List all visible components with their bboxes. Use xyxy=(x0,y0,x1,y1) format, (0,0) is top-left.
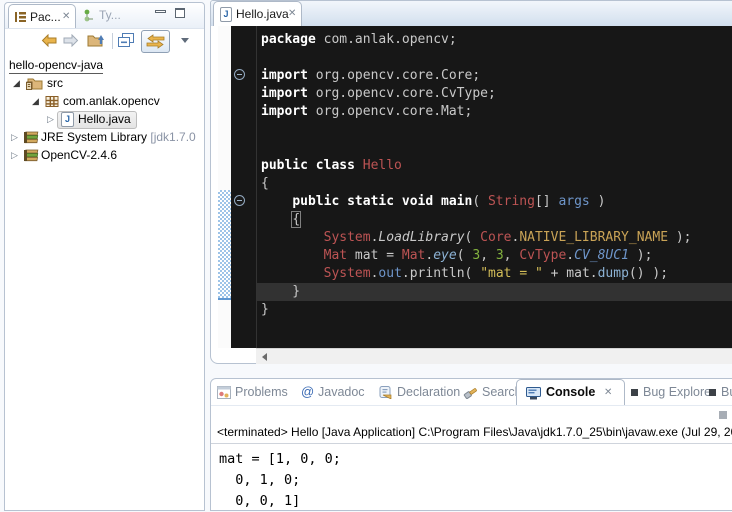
back-arrow-icon[interactable] xyxy=(41,34,57,47)
console-panel: Problems @ Javadoc Declaration Search Co… xyxy=(210,378,732,511)
forward-arrow-icon[interactable] xyxy=(63,34,79,47)
console-tab-label: Javadoc xyxy=(318,385,365,399)
code-line[interactable]: } xyxy=(261,301,692,319)
collapsed-arrow-icon[interactable]: ▷ xyxy=(11,147,18,164)
java-file-icon: J xyxy=(61,112,74,127)
source-folder-icon xyxy=(26,77,43,90)
tab-search[interactable]: Search xyxy=(463,379,522,405)
console-icon xyxy=(526,387,541,400)
code-line[interactable]: Mat mat = Mat.eye( 3, 3, CvType.CV_8UC1 … xyxy=(261,247,692,265)
tab-problems[interactable]: Problems xyxy=(217,379,288,405)
minimize-icon[interactable] xyxy=(155,10,166,13)
horizontal-scrollbar[interactable] xyxy=(256,348,732,364)
go-into-folder-icon[interactable] xyxy=(87,32,105,48)
collapse-all-icon[interactable] xyxy=(118,33,134,48)
package-explorer-icon xyxy=(14,11,27,23)
close-icon[interactable]: ✕ xyxy=(62,11,70,22)
close-icon[interactable]: ✕ xyxy=(604,387,612,398)
code-line[interactable]: package com.anlak.opencv; xyxy=(261,31,692,49)
fold-collapse-icon[interactable] xyxy=(234,195,245,206)
method-range-indicator xyxy=(218,190,231,300)
tab-label: Pac... xyxy=(30,10,61,24)
tab-package-explorer[interactable]: Pac... ✕ xyxy=(8,4,76,28)
tab-bug[interactable]: Bug xyxy=(709,379,732,405)
bug-explorer-icon xyxy=(631,389,638,396)
sidebar-toolbar xyxy=(5,29,204,53)
toolbar-separator xyxy=(112,33,113,49)
code-line[interactable]: System.out.println( "mat = " + mat.dump(… xyxy=(261,265,692,283)
problems-icon xyxy=(217,386,231,399)
tab-console[interactable]: Console ✕ xyxy=(516,379,625,405)
code-line[interactable]: import org.opencv.core.CvType; xyxy=(261,85,692,103)
javadoc-at-icon: @ xyxy=(301,379,314,405)
library-icon xyxy=(22,149,40,162)
scroll-left-icon[interactable] xyxy=(262,353,267,361)
code-line[interactable]: import org.opencv.core.Core; xyxy=(261,67,692,85)
declaration-icon xyxy=(379,386,393,399)
terminate-icon[interactable] xyxy=(719,411,727,419)
console-tabbar: Problems @ Javadoc Declaration Search Co… xyxy=(211,379,732,406)
code-line[interactable]: System.LoadLibrary( Core.NATIVE_LIBRARY_… xyxy=(261,229,692,247)
java-file-icon: J xyxy=(220,7,232,22)
tab-bug-explorer[interactable]: Bug Explorer xyxy=(631,379,715,405)
tree-item-label: com.anlak.opencv xyxy=(63,93,160,110)
code-line[interactable]: { xyxy=(261,175,692,193)
tab-hello-java[interactable]: J Hello.java ✕ xyxy=(213,1,302,26)
expanded-arrow-icon[interactable]: ◢ xyxy=(13,75,20,92)
console-tab-label: Bug Explorer xyxy=(643,385,715,399)
library-icon xyxy=(22,131,40,144)
code-line[interactable]: import org.opencv.core.Mat; xyxy=(261,103,692,121)
search-icon xyxy=(463,386,478,399)
code-line[interactable]: public static void main( String[] args ) xyxy=(261,193,692,211)
tab-label: Ty... xyxy=(99,8,121,22)
code-line[interactable] xyxy=(261,139,692,157)
console-output-line: mat = [1, 0, 0; xyxy=(219,449,341,470)
console-tab-label: Console xyxy=(546,385,595,399)
code-lines: package com.anlak.opencv; import org.ope… xyxy=(261,31,692,319)
console-output-line: 0, 0, 1] xyxy=(219,491,341,512)
package-explorer-panel: Pac... ✕ Ty... hello xyxy=(4,2,205,511)
tree-item-label: OpenCV-2.4.6 xyxy=(41,147,117,164)
code-line[interactable]: public class Hello xyxy=(261,157,692,175)
tab-declaration[interactable]: Declaration xyxy=(379,379,460,405)
collapsed-arrow-icon[interactable]: ▷ xyxy=(47,111,54,128)
editor-panel: J Hello.java ✕ package com.anlak.opencv;… xyxy=(210,0,732,364)
tree-item-label: src xyxy=(47,75,63,92)
tree-item-label: Hello.java xyxy=(78,111,131,128)
console-tab-label: Bug xyxy=(721,385,732,399)
tree-item-project[interactable]: hello-opencv-java xyxy=(9,57,103,74)
code-area[interactable]: package com.anlak.opencv; import org.ope… xyxy=(231,26,732,348)
console-output-line: 0, 1, 0; xyxy=(219,470,341,491)
console-tab-label: Declaration xyxy=(397,385,460,399)
type-hierarchy-icon xyxy=(83,9,95,22)
code-line[interactable]: { xyxy=(261,211,692,229)
tab-javadoc[interactable]: @ Javadoc xyxy=(301,379,365,405)
code-line[interactable]: } xyxy=(261,283,692,301)
code-line[interactable] xyxy=(261,121,692,139)
sidebar-tabbar: Pac... ✕ Ty... xyxy=(5,3,204,29)
project-label: hello-opencv-java xyxy=(9,58,103,74)
link-with-editor-icon[interactable] xyxy=(141,30,170,53)
expanded-arrow-icon[interactable]: ◢ xyxy=(32,93,39,110)
fold-collapse-icon[interactable] xyxy=(234,69,245,80)
view-menu-icon[interactable] xyxy=(181,38,189,43)
console-output[interactable]: mat = [1, 0, 0; 0, 1, 0; 0, 0, 1] xyxy=(219,449,341,512)
editor-tabbar: J Hello.java ✕ xyxy=(211,1,732,27)
code-line[interactable] xyxy=(261,49,692,67)
console-tab-label: Problems xyxy=(235,385,288,399)
bug-icon xyxy=(709,389,716,396)
console-status-line: <terminated> Hello [Java Application] C:… xyxy=(211,425,732,444)
jre-version-detail: [jdk1.7.0 xyxy=(150,130,195,144)
project-tree: hello-opencv-java ◢ src ◢ com.anlak.open… xyxy=(5,55,204,510)
maximize-icon[interactable] xyxy=(175,8,185,18)
editor-content: package com.anlak.opencv; import org.ope… xyxy=(211,26,732,348)
tree-item-label: JRE System Library [jdk1.7.0 xyxy=(41,129,196,146)
collapsed-arrow-icon[interactable]: ▷ xyxy=(11,129,18,146)
package-icon xyxy=(45,95,59,108)
close-icon[interactable]: ✕ xyxy=(288,8,296,19)
editor-tab-label: Hello.java xyxy=(236,7,289,21)
